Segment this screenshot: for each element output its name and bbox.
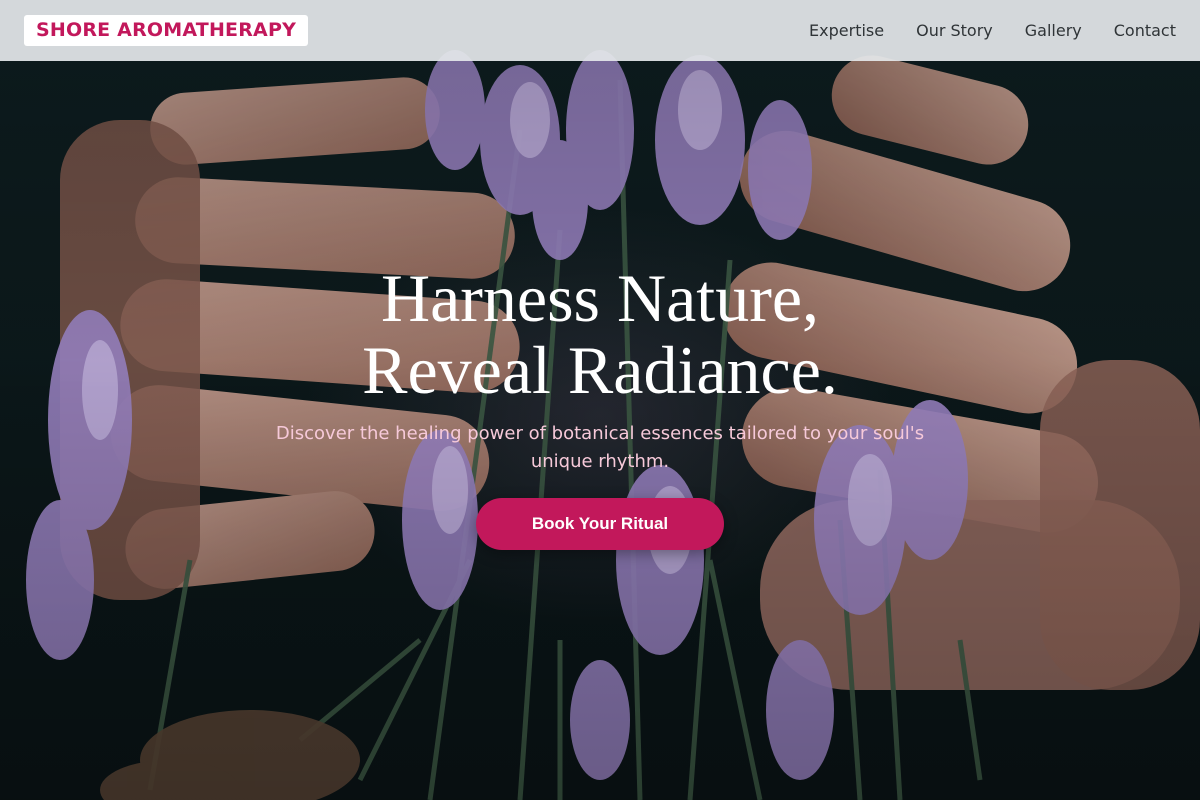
navbar: SHORE AROMATHERAPY Expertise Our Story G… [0,0,1200,61]
nav-link-contact[interactable]: Contact [1114,21,1176,40]
hero-content: Harness Nature, Reveal Radiance. Discove… [0,262,1200,550]
hero-title-line-2: Reveal Radiance. [362,332,838,408]
nav-link-gallery[interactable]: Gallery [1025,21,1082,40]
hero-title-line-1: Harness Nature, [380,260,820,336]
book-ritual-button[interactable]: Book Your Ritual [476,498,724,550]
nav-links: Expertise Our Story Gallery Contact [809,21,1176,40]
nav-link-our-story[interactable]: Our Story [916,21,993,40]
brand-logo[interactable]: SHORE AROMATHERAPY [24,15,309,46]
hero-title: Harness Nature, Reveal Radiance. [0,262,1200,406]
nav-link-expertise[interactable]: Expertise [809,21,884,40]
hero-subtitle: Discover the healing power of botanical … [275,423,925,472]
